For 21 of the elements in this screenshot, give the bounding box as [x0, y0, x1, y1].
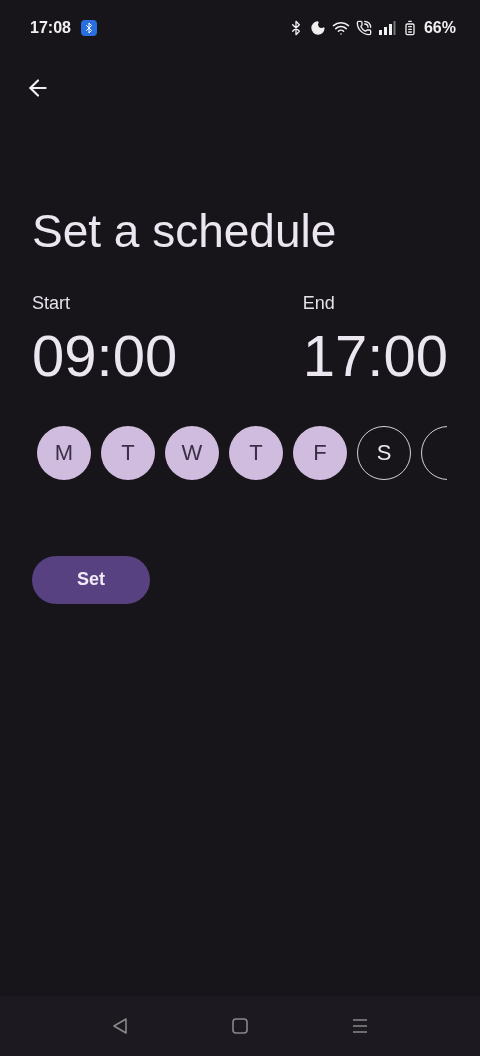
day-toggle[interactable]: W — [165, 426, 219, 480]
battery-percentage: 66% — [423, 19, 456, 37]
start-label: Start — [32, 293, 71, 315]
back-nav-icon[interactable] — [110, 1016, 130, 1036]
wifi-icon — [331, 19, 350, 37]
moon-icon — [309, 20, 326, 36]
end-label: End — [302, 293, 336, 315]
start-time[interactable]: 09:00 — [32, 324, 178, 388]
set-button[interactable]: Set — [32, 556, 150, 604]
day-toggle[interactable]: M — [37, 426, 91, 480]
page-title: Set a schedule — [32, 204, 338, 259]
signal-icon — [377, 21, 396, 35]
home-nav-icon[interactable] — [230, 1016, 250, 1036]
day-toggle[interactable]: T — [229, 426, 283, 480]
status-time: 17:08 — [30, 19, 71, 37]
phone-icon — [355, 20, 372, 36]
day-toggle[interactable]: F — [293, 426, 347, 480]
menu-icon[interactable] — [350, 1016, 370, 1036]
day-toggle[interactable]: T — [101, 426, 155, 480]
end-time[interactable]: 17:00 — [302, 324, 448, 388]
bluetooth-icon — [80, 20, 97, 36]
